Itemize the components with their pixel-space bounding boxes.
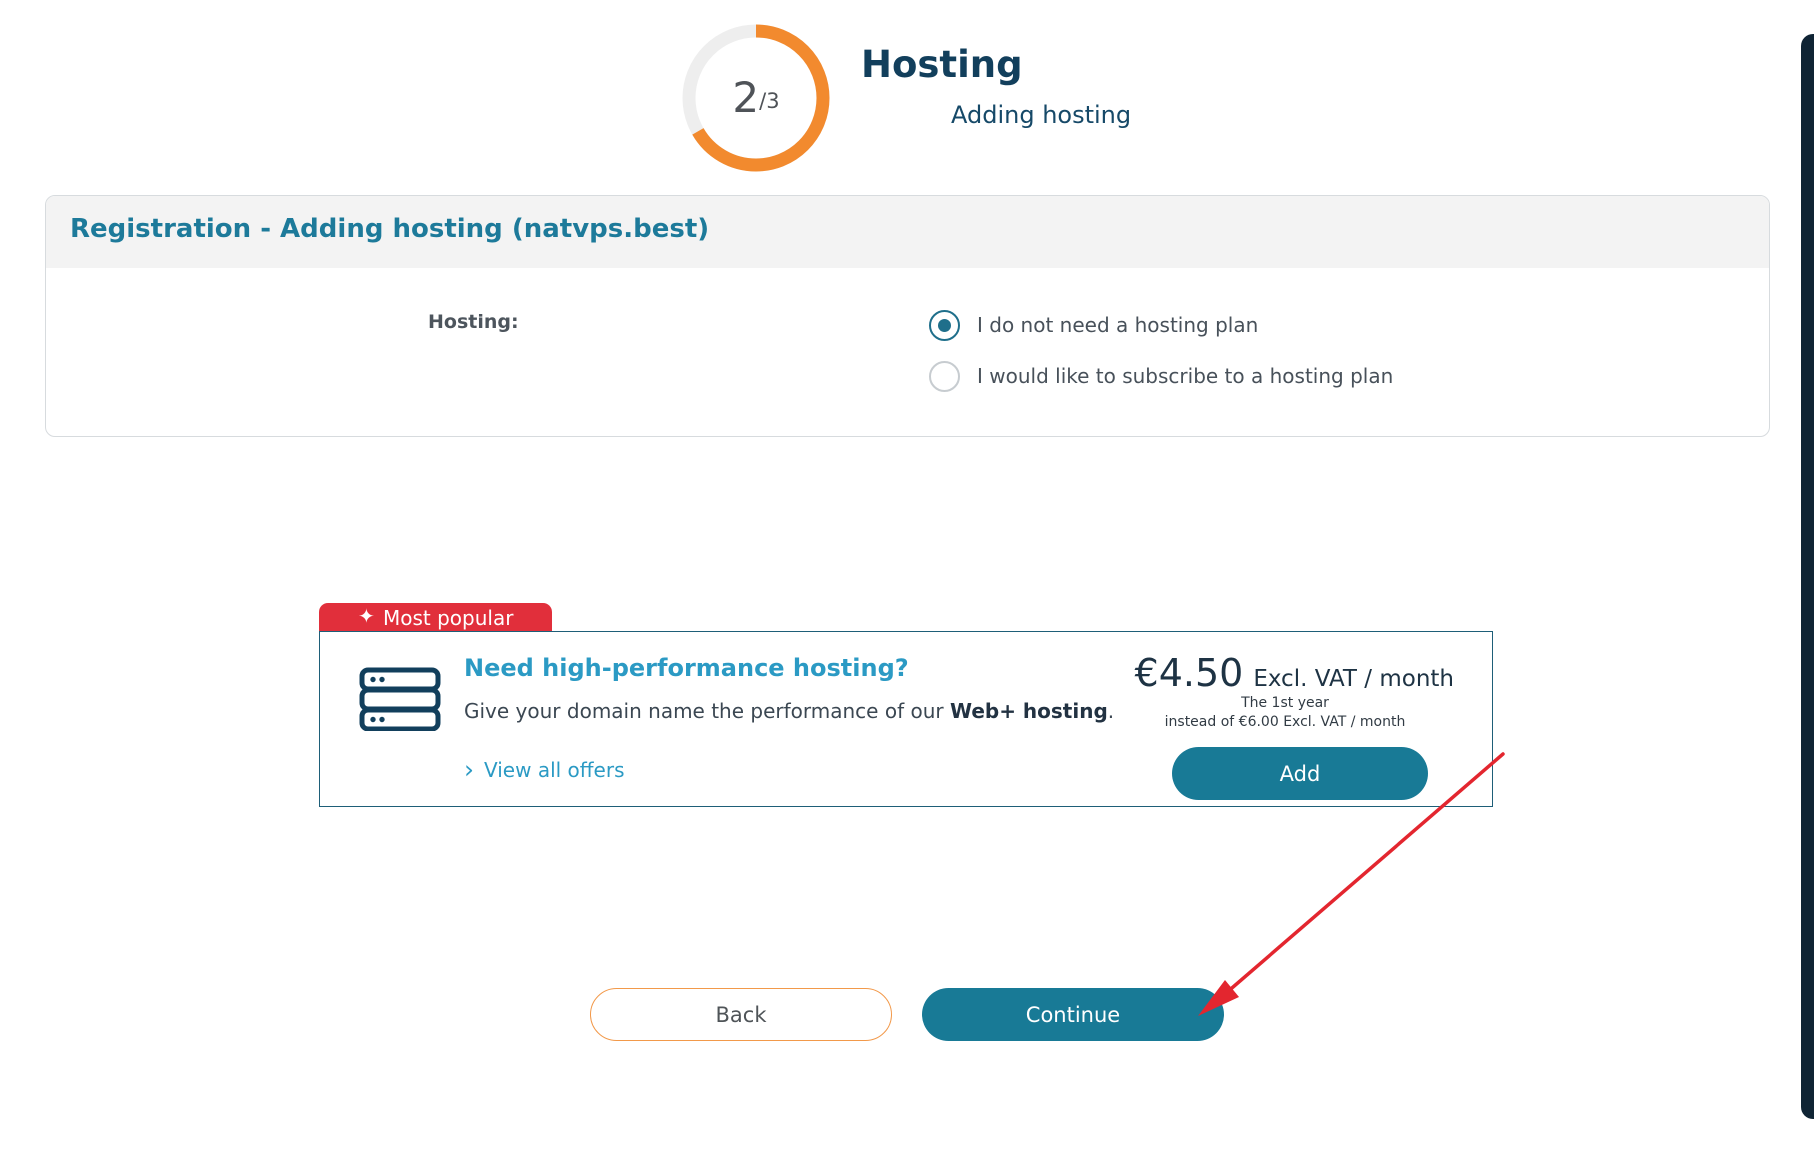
add-hosting-button[interactable]: Add bbox=[1172, 747, 1428, 800]
subscribe-hosting-radio[interactable] bbox=[929, 360, 960, 392]
registration-card-title: Registration - Adding hosting (natvps.be… bbox=[46, 196, 1769, 268]
hosting-offer-card: Need high-performance hosting? Give your… bbox=[319, 631, 1493, 807]
web-plus-hosting-label: Web+ hosting bbox=[949, 699, 1108, 723]
subscribe-hosting-option-label[interactable]: I would like to subscribe to a hosting p… bbox=[977, 364, 1393, 388]
offer-description: Give your domain name the performance of… bbox=[464, 699, 1114, 723]
hosting-field-label: Hosting: bbox=[428, 311, 519, 333]
price-period: The 1st year bbox=[1241, 695, 1329, 711]
no-hosting-option-label[interactable]: I do not need a hosting plan bbox=[977, 313, 1258, 337]
continue-button[interactable]: Continue bbox=[922, 988, 1224, 1041]
progress-current-step: 2 bbox=[732, 73, 760, 122]
no-hosting-radio[interactable] bbox=[929, 309, 960, 341]
price-value: €4.50 bbox=[1134, 651, 1244, 695]
step-subtitle: Adding hosting bbox=[951, 101, 1132, 129]
registration-hosting-card: Registration - Adding hosting (natvps.be… bbox=[45, 195, 1770, 437]
offer-description-suffix: . bbox=[1107, 699, 1115, 723]
offer-title: Need high-performance hosting? bbox=[464, 654, 909, 682]
price-details: The 1st year instead of €6.00 Excl. VAT … bbox=[1140, 694, 1430, 732]
price-unit: Excl. VAT / month bbox=[1253, 666, 1454, 692]
subscribe-hosting-plan-option[interactable]: I would like to subscribe to a hosting p… bbox=[929, 359, 1393, 393]
offer-price: €4.50 Excl. VAT / month bbox=[1135, 651, 1454, 695]
hosting-step-page: 2 /3 Hosting Adding hosting Registration… bbox=[0, 0, 1814, 1152]
most-popular-label: Most popular bbox=[383, 605, 514, 630]
side-panel-edge bbox=[1801, 34, 1814, 1119]
step-title: Hosting bbox=[861, 43, 1023, 86]
back-button[interactable]: Back bbox=[590, 988, 892, 1041]
most-popular-badge: ✦ Most popular bbox=[319, 603, 552, 632]
sparkle-icon: ✦ bbox=[358, 604, 375, 628]
view-all-offers-link[interactable]: › View all offers bbox=[464, 754, 625, 784]
chevron-right-icon: › bbox=[464, 754, 474, 784]
original-price: instead of €6.00 Excl. VAT / month bbox=[1164, 714, 1406, 730]
view-all-offers-label[interactable]: View all offers bbox=[484, 758, 625, 782]
progress-total-steps: /3 bbox=[759, 88, 780, 113]
progress-counter: 2 /3 bbox=[676, 18, 836, 178]
server-icon bbox=[359, 667, 441, 731]
no-hosting-plan-option[interactable]: I do not need a hosting plan bbox=[929, 308, 1258, 342]
step-progress-ring: 2 /3 bbox=[676, 18, 836, 178]
offer-description-prefix: Give your domain name the performance of… bbox=[464, 699, 950, 723]
